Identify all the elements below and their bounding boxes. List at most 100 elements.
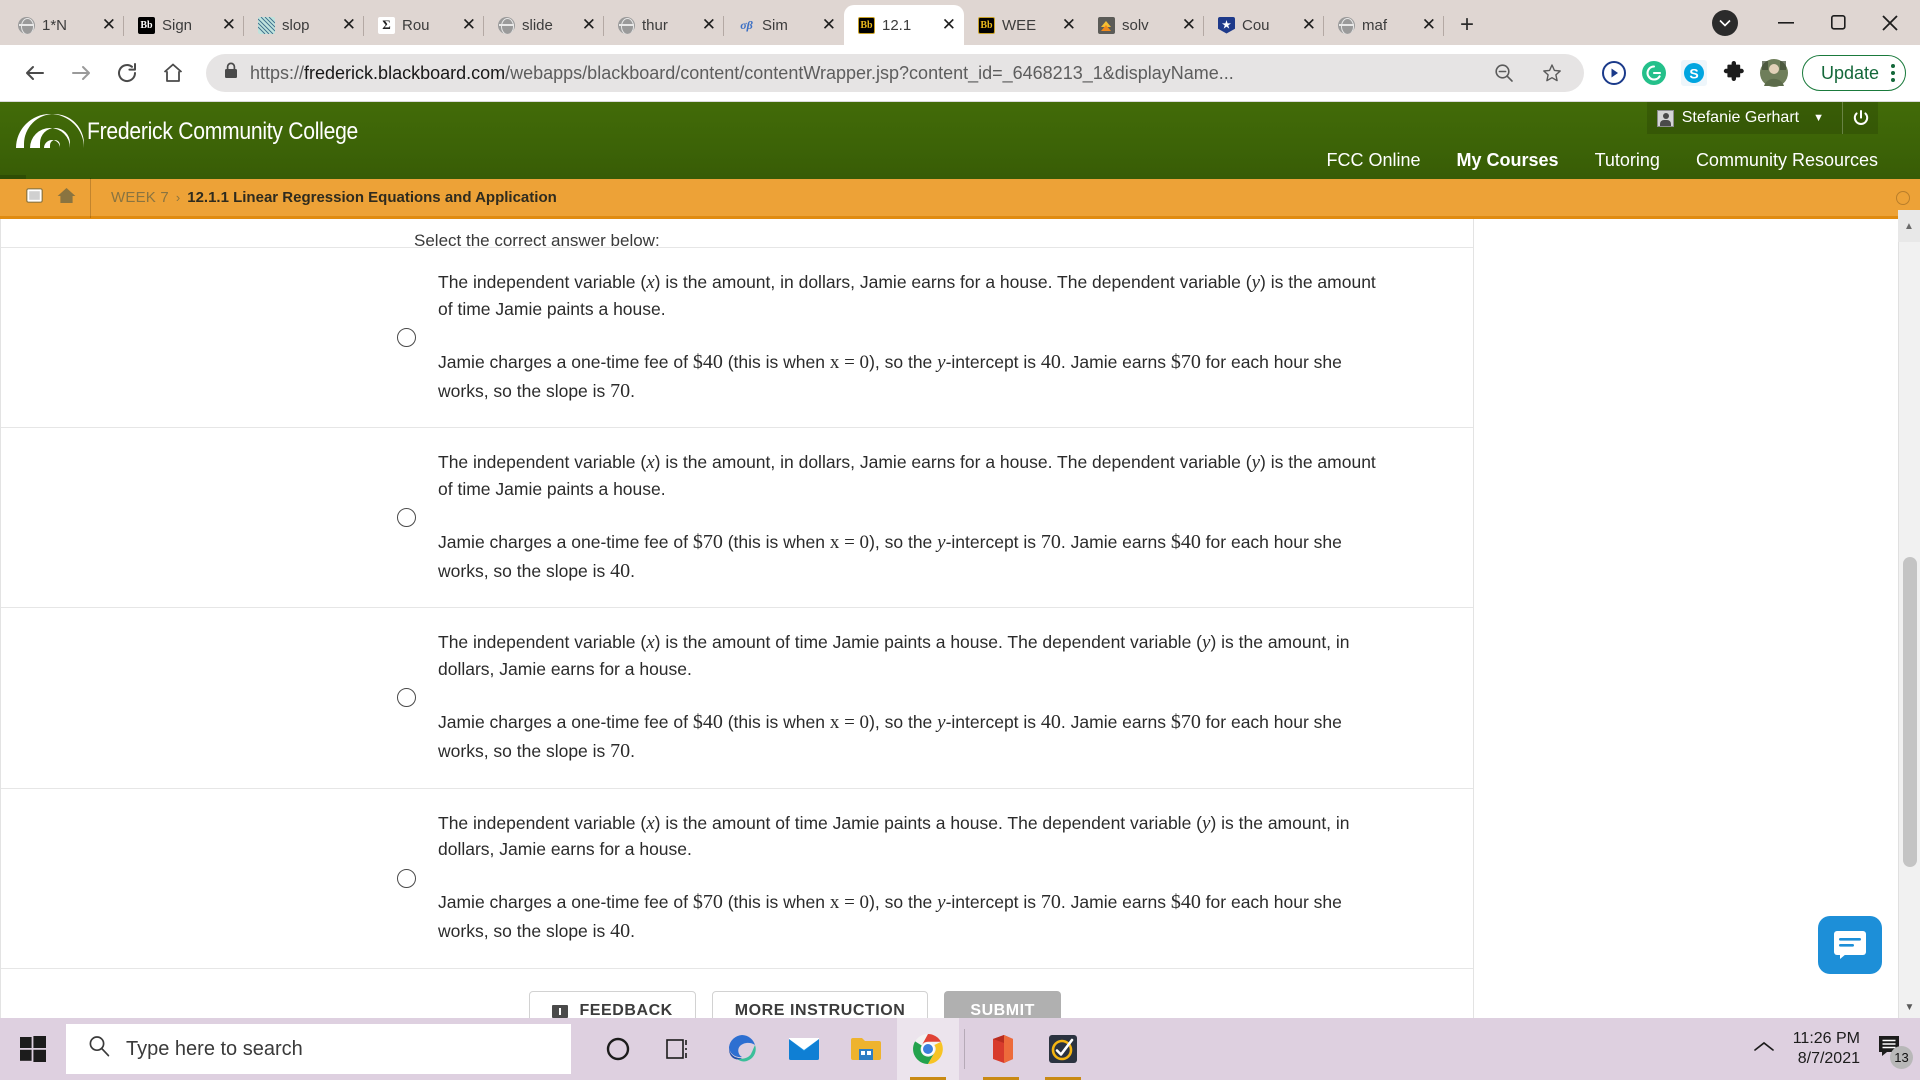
radio-button[interactable] bbox=[397, 508, 416, 528]
clock[interactable]: 11:26 PM 8/7/2021 bbox=[1793, 1029, 1860, 1070]
nav-item-my-courses[interactable]: My Courses bbox=[1457, 150, 1559, 171]
more-instruction-button[interactable]: MORE INSTRUCTION bbox=[711, 990, 929, 1018]
user-menu[interactable]: Stefanie Gerhart ▼ bbox=[1646, 102, 1878, 134]
close-icon[interactable]: ✕ bbox=[1062, 16, 1076, 34]
chrome-icon[interactable] bbox=[897, 1018, 959, 1080]
show-hidden-icons-chevron-icon[interactable] bbox=[1753, 1040, 1775, 1059]
chat-bubble-button[interactable] bbox=[1818, 916, 1882, 974]
zoom-out-icon[interactable] bbox=[1486, 55, 1522, 91]
forward-button[interactable] bbox=[60, 52, 102, 94]
tab-title: Cou bbox=[1242, 16, 1270, 34]
pocket-icon[interactable] bbox=[1596, 55, 1632, 91]
browser-tab[interactable]: Bb WEE ✕ bbox=[964, 5, 1084, 45]
text-fragment: . bbox=[630, 921, 636, 942]
cortana-icon[interactable] bbox=[587, 1018, 649, 1080]
answer-option[interactable]: The independent variable (x) is the amou… bbox=[1, 247, 1473, 427]
text-fragment: Jamie charges a one-time fee of bbox=[438, 531, 693, 552]
math-rate: $70 bbox=[1170, 350, 1201, 373]
course-panel-icon[interactable] bbox=[26, 187, 43, 208]
close-icon[interactable]: ✕ bbox=[1422, 16, 1436, 34]
math-fee: $70 bbox=[692, 891, 723, 914]
address-bar[interactable]: https://frederick.blackboard.com/webapps… bbox=[206, 54, 1584, 92]
feedback-button[interactable]: FEEDBACK bbox=[529, 990, 696, 1018]
skype-icon[interactable]: S bbox=[1676, 55, 1712, 91]
reload-button[interactable] bbox=[106, 52, 148, 94]
close-icon[interactable]: ✕ bbox=[222, 16, 236, 34]
scroll-down-arrow[interactable]: ▼ bbox=[1899, 996, 1920, 1018]
browser-tab[interactable]: σβ Sim ✕ bbox=[724, 5, 844, 45]
browser-tab[interactable]: 1*N ✕ bbox=[4, 5, 124, 45]
bookmark-star-icon[interactable] bbox=[1534, 55, 1570, 91]
file-explorer-icon[interactable] bbox=[835, 1018, 897, 1080]
search-input[interactable]: Type here to search bbox=[66, 1024, 571, 1074]
notifications-icon[interactable]: 13 bbox=[1878, 1035, 1913, 1069]
new-tab-button[interactable]: + bbox=[1450, 8, 1484, 42]
close-icon[interactable]: ✕ bbox=[582, 16, 596, 34]
radio-button[interactable] bbox=[397, 868, 416, 888]
answer-option[interactable]: The independent variable (x) is the amou… bbox=[1, 427, 1473, 607]
browser-tab-active[interactable]: Bb 12.1 ✕ bbox=[844, 5, 964, 45]
outer-scroll-up-arrow[interactable]: ▲ bbox=[1898, 210, 1920, 242]
grammarly-icon[interactable] bbox=[1636, 55, 1672, 91]
profile-avatar[interactable] bbox=[1756, 55, 1792, 91]
close-icon[interactable]: ✕ bbox=[1182, 16, 1196, 34]
back-button[interactable] bbox=[14, 52, 56, 94]
nav-item-fcc-online[interactable]: FCC Online bbox=[1326, 150, 1420, 171]
minimize-button[interactable] bbox=[1760, 0, 1812, 45]
start-button[interactable] bbox=[4, 1018, 62, 1080]
browser-tab[interactable]: maf ✕ bbox=[1324, 5, 1444, 45]
math-intercept: 40 bbox=[1040, 711, 1061, 734]
browser-tab[interactable]: ★ Cou ✕ bbox=[1204, 5, 1324, 45]
home-icon[interactable] bbox=[57, 187, 76, 209]
chevron-down-icon[interactable]: ▼ bbox=[1807, 112, 1834, 124]
answer-option[interactable]: The independent variable (x) is the amou… bbox=[1, 787, 1473, 968]
breadcrumb-refresh-icon[interactable] bbox=[1896, 190, 1910, 205]
browser-tab[interactable]: Bb Sign ✕ bbox=[124, 5, 244, 45]
browser-tab[interactable]: Σ Rou ✕ bbox=[364, 5, 484, 45]
nav-item-community-resources[interactable]: Community Resources bbox=[1696, 150, 1878, 171]
maximize-button[interactable] bbox=[1812, 0, 1864, 45]
breadcrumb-bar: WEEK 7 › 12.1.1 Linear Regression Equati… bbox=[0, 177, 1920, 219]
extensions-puzzle-icon[interactable] bbox=[1716, 55, 1752, 91]
task-view-icon[interactable] bbox=[649, 1018, 711, 1080]
browser-tab[interactable]: slide ✕ bbox=[484, 5, 604, 45]
close-icon[interactable]: ✕ bbox=[1302, 16, 1316, 34]
question-card: Select the correct answer below: The ind… bbox=[0, 219, 1474, 1018]
close-icon[interactable]: ✕ bbox=[702, 16, 716, 34]
fcc-arc-logo-icon bbox=[16, 114, 84, 148]
radio-button[interactable] bbox=[397, 688, 416, 708]
radio-button[interactable] bbox=[397, 328, 416, 348]
browser-tab[interactable]: slop ✕ bbox=[244, 5, 364, 45]
fcc-logo[interactable]: Frederick Community College bbox=[14, 110, 395, 150]
submit-button[interactable]: SUBMIT bbox=[944, 990, 1061, 1018]
browser-tab[interactable]: thur ✕ bbox=[604, 5, 724, 45]
chevron-down-icon[interactable] bbox=[1712, 9, 1738, 36]
logout-power-icon[interactable] bbox=[1842, 102, 1878, 134]
update-button[interactable]: Update bbox=[1801, 55, 1906, 91]
math-equation: x = 0 bbox=[829, 531, 870, 553]
nav-item-tutoring[interactable]: Tutoring bbox=[1595, 150, 1660, 171]
close-icon[interactable]: ✕ bbox=[822, 16, 836, 34]
mail-icon[interactable] bbox=[773, 1018, 835, 1080]
close-icon[interactable]: ✕ bbox=[342, 16, 356, 34]
answer-option-body: The independent variable (x) is the amou… bbox=[438, 811, 1418, 946]
norton-icon[interactable] bbox=[1032, 1018, 1094, 1080]
close-icon[interactable]: ✕ bbox=[102, 16, 116, 34]
scrollbar-thumb[interactable] bbox=[1903, 557, 1917, 867]
answer-option[interactable]: The independent variable (x) is the amou… bbox=[1, 607, 1473, 787]
close-icon[interactable]: ✕ bbox=[942, 16, 956, 34]
text-fragment: (this is when bbox=[722, 892, 830, 913]
edge-icon[interactable] bbox=[711, 1018, 773, 1080]
math-variable-y: y bbox=[937, 712, 946, 734]
page-scrollbar[interactable]: ▲ ▼ bbox=[1898, 219, 1920, 1018]
close-window-button[interactable] bbox=[1864, 0, 1916, 45]
browser-tab[interactable]: solv ✕ bbox=[1084, 5, 1204, 45]
browser-tab-strip: 1*N ✕ Bb Sign ✕ slop ✕ Σ Rou ✕ slide ✕ t… bbox=[0, 0, 1920, 45]
windows-taskbar: Type here to search 11:26 PM 8/7/2021 13 bbox=[0, 1018, 1920, 1080]
tab-title: 12.1 bbox=[882, 16, 912, 34]
home-button[interactable] bbox=[152, 52, 194, 94]
close-icon[interactable]: ✕ bbox=[462, 16, 476, 34]
chrome-menu-icon[interactable] bbox=[1891, 64, 1895, 82]
breadcrumb-parent[interactable]: WEEK 7 bbox=[111, 189, 169, 206]
office-icon[interactable] bbox=[970, 1018, 1032, 1080]
